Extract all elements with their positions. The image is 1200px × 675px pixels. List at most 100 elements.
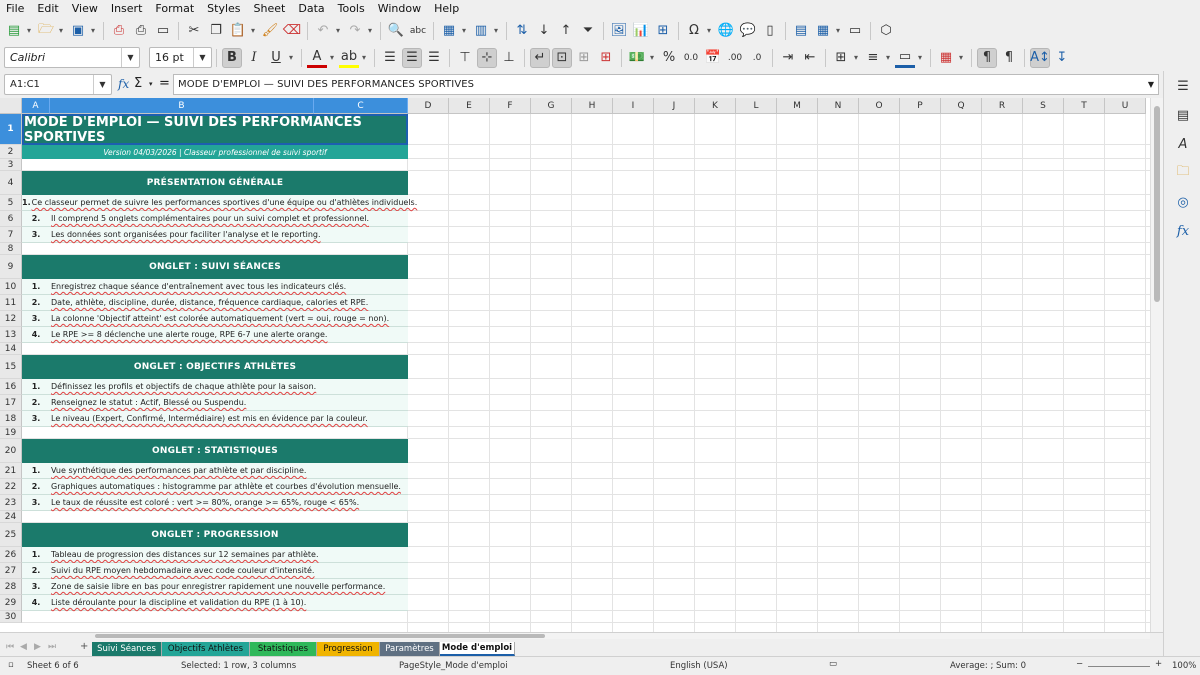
instruction-row[interactable]: 1. Enregistrez chaque séance d'entraîneme… [22,279,408,295]
column-header-p[interactable]: P [900,98,941,114]
conditional-format-icon[interactable]: ▦ [936,48,956,68]
menu-tools[interactable]: Tools [332,2,372,15]
left-to-right-icon[interactable]: ¶ [977,47,997,68]
insert-chart-icon[interactable]: 📊 [631,21,651,41]
italic-icon[interactable]: I [244,48,264,68]
row-header-11[interactable]: 11 [0,295,22,311]
row-header-9[interactable]: 9 [0,255,22,279]
underline-icon[interactable]: U [266,48,286,68]
headers-footers-icon[interactable]: ▯ [760,21,780,41]
print-preview-icon[interactable]: ▭ [153,21,173,41]
dropdown-arrow-icon[interactable]: ▾ [149,80,153,88]
special-character-icon[interactable]: Ω [684,21,704,41]
column-header-k[interactable]: K [695,98,736,114]
section-heading[interactable]: ONGLET : STATISTIQUES [22,439,408,463]
dropdown-arrow-icon[interactable]: ▾ [360,48,368,68]
cut-icon[interactable]: ✂ [184,21,204,41]
save-icon[interactable]: ▣ [68,21,88,41]
hamburger-menu-icon[interactable]: ☰ [1174,77,1192,95]
sheet-title[interactable]: MODE D'EMPLOI — SUIVI DES PERFORMANCES S… [22,114,408,145]
expand-formula-icon[interactable]: ▼ [1144,75,1158,94]
sheet-tab[interactable]: Suivi Séances [92,642,162,656]
sheet-tab[interactable]: Mode d'emploi [440,642,515,656]
percent-format-icon[interactable]: % [659,48,679,68]
previous-sheet-icon[interactable]: ◀ [20,642,27,652]
menu-data[interactable]: Data [292,2,331,15]
clear-formatting-icon[interactable]: ⌫ [282,21,302,41]
menu-edit[interactable]: Edit [31,2,65,15]
row-header-25[interactable]: 25 [0,523,22,547]
row-header-3[interactable]: 3 [0,159,22,171]
vertical-scrollbar[interactable] [1150,98,1163,632]
wrap-text-icon[interactable]: ↵ [530,47,550,68]
row-header-27[interactable]: 27 [0,563,22,579]
column-header-e[interactable]: E [449,98,490,114]
dropdown-arrow-icon[interactable]: ▾ [705,21,713,41]
row-header-30[interactable]: 30 [0,611,22,623]
column-header-a[interactable]: A [22,98,50,114]
date-format-icon[interactable]: 📅 [703,48,723,68]
selection-mode-icon[interactable]: ▭ [829,659,837,669]
instruction-row[interactable]: 2. Renseignez le statut : Actif, Blessé o… [22,395,408,411]
column-header-l[interactable]: L [736,98,777,114]
column-header-f[interactable]: F [490,98,531,114]
open-folder-icon[interactable]: 🗁 [36,21,56,41]
center-vertically-icon[interactable]: ⊹ [477,47,497,68]
instruction-row[interactable]: 2. Il comprend 5 onglets complémentaires … [22,211,408,227]
column-header-d[interactable]: D [408,98,449,114]
paste-icon[interactable]: 📋 [228,21,248,41]
page-style[interactable]: PageStyle_Mode d'emploi [399,661,508,671]
next-sheet-icon[interactable]: ▶ [34,642,41,652]
function-wizard-icon[interactable]: fx [118,77,129,91]
chevron-down-icon[interactable]: ▼ [121,48,139,67]
row-header-6[interactable]: 6 [0,211,22,227]
row-header-1[interactable]: 1 [0,114,22,145]
dropdown-arrow-icon[interactable]: ▾ [884,48,892,68]
row-header-29[interactable]: 29 [0,595,22,611]
row-header-2[interactable]: 2 [0,145,22,159]
column-header-r[interactable]: R [982,98,1023,114]
add-sheet-icon[interactable]: + [80,641,88,652]
dropdown-arrow-icon[interactable]: ▾ [648,48,656,68]
instruction-row[interactable]: 2. Suivi du RPE moyen hebdomadaire avec c… [22,563,408,579]
sum-icon[interactable]: Σ [134,76,142,91]
dropdown-arrow-icon[interactable]: ▾ [334,21,342,41]
column-header-c[interactable]: C [314,98,408,114]
column-header-i[interactable]: I [613,98,654,114]
scrollbar-thumb[interactable] [1154,106,1160,302]
row-header-23[interactable]: 23 [0,495,22,511]
sheet-tab[interactable]: Objectifs Athlètes [162,642,250,656]
row-header-12[interactable]: 12 [0,311,22,327]
name-box[interactable]: A1:C1 ▼ [4,74,112,95]
row-header-16[interactable]: 16 [0,379,22,395]
right-to-left-icon[interactable]: ¶ [999,48,1019,68]
section-heading[interactable]: PRÉSENTATION GÉNÉRALE [22,171,408,195]
show-draw-functions-icon[interactable]: ⬡ [876,21,896,41]
delete-decimal-icon[interactable]: .0 [747,48,767,68]
dropdown-arrow-icon[interactable]: ▾ [957,48,965,68]
decrease-indent-icon[interactable]: ⇤ [800,48,820,68]
sort-icon[interactable]: ⇅ [512,21,532,41]
formula-input[interactable]: MODE D'EMPLOI — SUIVI DES PERFORMANCES S… [173,74,1159,95]
row-header-20[interactable]: 20 [0,439,22,463]
horizontal-scrollbar[interactable] [95,633,1150,639]
undo-icon[interactable]: ↶ [313,21,333,41]
redo-icon[interactable]: ↷ [345,21,365,41]
print-icon[interactable]: ⎙ [131,21,151,41]
gallery-icon[interactable]: 🗀 [1174,164,1192,182]
last-sheet-icon[interactable]: ⏭ [48,642,56,652]
section-heading[interactable]: ONGLET : SUIVI SÉANCES [22,255,408,279]
column-header-n[interactable]: N [818,98,859,114]
dropdown-arrow-icon[interactable]: ▾ [25,21,33,41]
chevron-down-icon[interactable]: ▼ [93,75,111,94]
dropdown-arrow-icon[interactable]: ▾ [366,21,374,41]
font-color-icon[interactable]: A [307,48,327,68]
formula-equals-icon[interactable]: = [159,76,170,91]
menu-styles[interactable]: Styles [201,2,247,15]
select-all-corner[interactable] [0,98,22,114]
row-icon[interactable]: ▦ [439,21,459,41]
spelling-icon[interactable]: abc [408,21,428,41]
clone-formatting-icon[interactable]: 🖌 [260,21,280,41]
row-header-5[interactable]: 5 [0,195,22,211]
dropdown-arrow-icon[interactable]: ▾ [852,48,860,68]
